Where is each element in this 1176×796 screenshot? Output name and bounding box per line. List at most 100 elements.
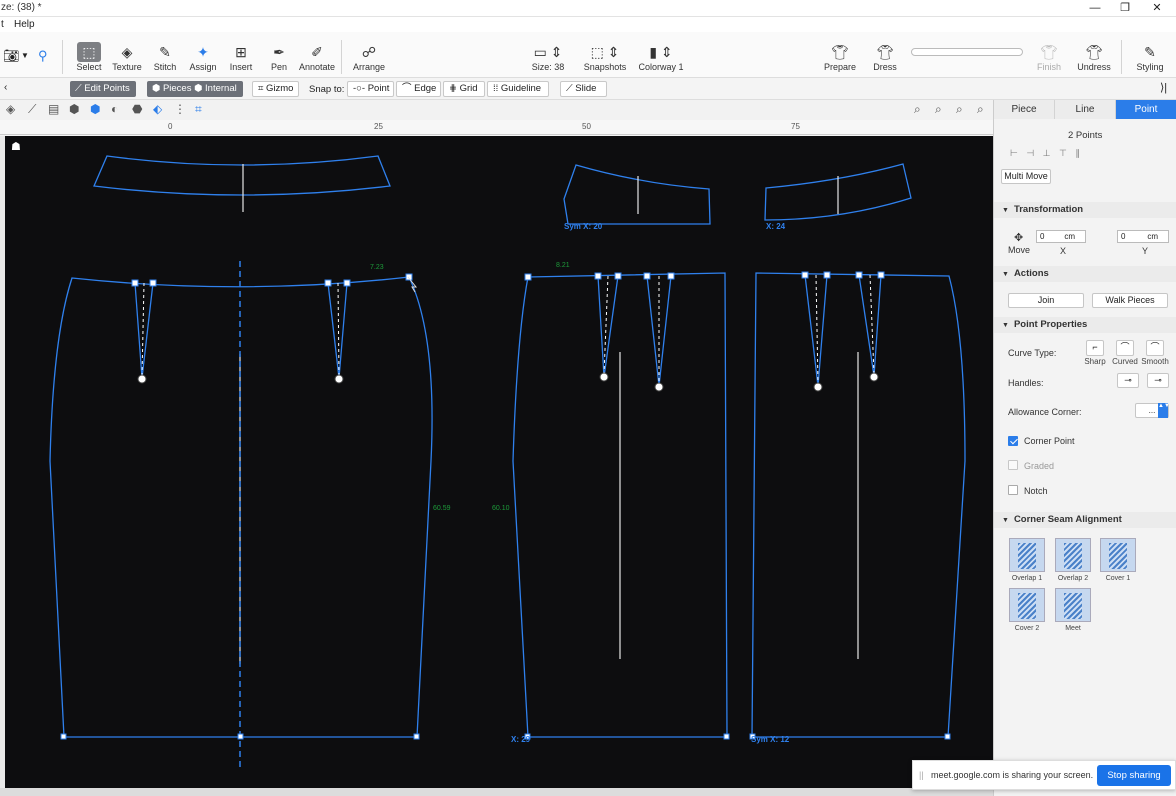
finish-button[interactable]: 👕︎ Finish <box>1029 42 1069 72</box>
pattern-point[interactable] <box>413 733 420 740</box>
chevron-left-icon[interactable]: ‹ <box>4 82 7 93</box>
snap-guideline-toggle[interactable]: ⁞⁞ Guideline <box>487 81 549 97</box>
dart-tip[interactable] <box>334 374 344 384</box>
actions-section-header[interactable]: ▼ Actions <box>994 266 1176 282</box>
pattern-point[interactable] <box>149 279 157 287</box>
overlap-1-option[interactable] <box>1009 538 1045 572</box>
dress-button[interactable]: 👚︎ Dress <box>865 42 905 72</box>
menu-item-truncated[interactable]: t <box>1 19 4 30</box>
minimize-button[interactable]: — <box>1080 0 1110 17</box>
move-x-input[interactable]: 0 cm <box>1036 230 1086 243</box>
snapshots-dropdown[interactable]: ⬚ ⇕ Snapshots <box>580 42 630 72</box>
pattern-point[interactable] <box>343 279 351 287</box>
pattern-point[interactable] <box>324 279 332 287</box>
allowance-corner-select[interactable]: ... ▲▼ <box>1135 403 1170 418</box>
cover-2-option[interactable] <box>1009 588 1045 622</box>
smooth-curve-button[interactable]: ⌒ <box>1146 340 1164 356</box>
colorway-dropdown[interactable]: ▮ ⇕ Colorway 1 <box>636 42 686 72</box>
pattern-drawing[interactable]: ☗ 7.23 8.21 60.59 60.10 Sym X: 20 X: 24 … <box>5 136 993 788</box>
panel-collapse-icon[interactable]: ⟩| <box>1160 81 1167 94</box>
snap-point-toggle[interactable]: -○- Point <box>347 81 394 97</box>
tab-point[interactable]: Point <box>1116 100 1176 119</box>
handles-linked-button[interactable]: ⊸ <box>1117 373 1139 388</box>
wand-icon[interactable]: ⟋ <box>28 102 36 117</box>
prepare-button[interactable]: 👕︎ Prepare <box>820 42 860 72</box>
zoom-fit-icon[interactable]: ⌕ <box>914 102 921 117</box>
pattern-point[interactable] <box>524 273 532 281</box>
curved-curve-button[interactable]: ⌒ <box>1116 340 1134 356</box>
pattern-point[interactable] <box>237 733 244 740</box>
dart-tip[interactable] <box>869 372 879 382</box>
multi-move-button[interactable]: Multi Move <box>1001 169 1051 184</box>
texture-tool-button[interactable]: ◈ Texture <box>107 42 147 72</box>
dart-tip[interactable] <box>813 382 823 392</box>
snap-grid-toggle[interactable]: ⋕ Grid <box>443 81 485 97</box>
pattern-point[interactable] <box>594 272 602 280</box>
pattern-point[interactable] <box>877 271 885 279</box>
pattern-point[interactable] <box>855 271 863 279</box>
zoom-out-icon[interactable]: ⌕ <box>935 102 942 117</box>
ruler-icon[interactable]: ⌗ <box>195 102 202 117</box>
insert-tool-button[interactable]: ⊞ Insert <box>221 42 261 72</box>
align-icons[interactable]: ⊢ ⊣ ⊥ ⊤ ∥ <box>1010 148 1083 159</box>
size-dropdown[interactable]: ▭ ⇕ Size: 38 <box>523 42 573 72</box>
move-y-input[interactable]: 0 cm <box>1117 230 1169 243</box>
overlap-2-option[interactable] <box>1055 538 1091 572</box>
lock-icon[interactable]: ⬣ <box>132 102 142 116</box>
chevron-down-icon[interactable]: ▼ <box>21 51 29 60</box>
meet-option[interactable] <box>1055 588 1091 622</box>
selected-point[interactable] <box>405 273 413 281</box>
pattern-canvas[interactable]: ☗ 7.23 8.21 60.59 60.10 Sym X: 20 X: 24 … <box>5 136 993 788</box>
zoom-reset-icon[interactable]: ⌕ <box>977 102 984 117</box>
select-tool-button[interactable]: ⬚ Select <box>69 42 109 72</box>
restore-button[interactable]: ❐ <box>1110 0 1140 17</box>
stitch-tool-button[interactable]: ✎ Stitch <box>145 42 185 72</box>
horizontal-scrollbar[interactable] <box>0 788 993 796</box>
snap-edge-toggle[interactable]: ⌒ Edge <box>396 81 441 97</box>
shape-icon[interactable]: ⬢ <box>69 102 79 116</box>
transformation-section-header[interactable]: ▼ Transformation <box>994 202 1176 218</box>
handles-free-button[interactable]: ⊸ <box>1147 373 1169 388</box>
join-button[interactable]: Join <box>1008 293 1084 308</box>
slide-toggle[interactable]: ⟋ Slide <box>560 81 607 97</box>
pieces-internal-toggle[interactable]: ⬢ Pieces ⬢ Internal <box>147 81 243 97</box>
cover-1-option[interactable] <box>1100 538 1136 572</box>
dart-back-3[interactable] <box>804 274 828 387</box>
dart-back-1[interactable] <box>597 275 619 378</box>
walk-pieces-button[interactable]: Walk Pieces <box>1092 293 1168 308</box>
pattern-point[interactable] <box>614 272 622 280</box>
pattern-point[interactable] <box>944 733 951 740</box>
pen-tool-button[interactable]: ✒ Pen <box>259 42 299 72</box>
dart-tip[interactable] <box>599 372 609 382</box>
zoom-in-icon[interactable]: ⌕ <box>956 102 963 117</box>
sharp-curve-button[interactable]: ⌐ <box>1086 340 1104 356</box>
drag-handle[interactable]: || <box>919 770 924 780</box>
edit-points-button[interactable]: ⟋ Edit Points <box>70 81 136 97</box>
arrange-tool-button[interactable]: ☍ Arrange <box>349 42 389 72</box>
camera-icon[interactable]: 📷︎ <box>3 48 20 64</box>
annotate-tool-button[interactable]: ✐ Annotate <box>297 42 337 72</box>
pattern-point[interactable] <box>801 271 809 279</box>
piece-icon[interactable]: ⬢ <box>90 102 100 116</box>
close-button[interactable]: ✕ <box>1142 0 1172 17</box>
waistband-piece-2[interactable] <box>563 164 711 225</box>
corner-seam-section-header[interactable]: ▼ Corner Seam Alignment <box>994 512 1176 528</box>
undress-button[interactable]: 👚︎ Undress <box>1074 42 1114 72</box>
pattern-point[interactable] <box>667 272 675 280</box>
half-icon[interactable]: ◐ <box>111 102 118 116</box>
point-properties-section-header[interactable]: ▼ Point Properties <box>994 317 1176 333</box>
gizmo-toggle[interactable]: ⌗ Gizmo <box>252 81 299 97</box>
view-icon[interactable]: ◈ <box>6 102 15 116</box>
tab-piece[interactable]: Piece <box>994 100 1055 119</box>
graded-checkbox[interactable] <box>1008 460 1018 470</box>
pattern-point[interactable] <box>60 733 67 740</box>
pattern-point[interactable] <box>131 279 139 287</box>
front-skirt-piece[interactable] <box>49 276 433 738</box>
pattern-point[interactable] <box>823 271 831 279</box>
layer-icon[interactable]: ▤ <box>48 102 59 116</box>
pin-icon[interactable]: ⚲ <box>38 48 48 64</box>
styling-button[interactable]: ✎ Styling <box>1130 42 1170 72</box>
dart-back-4[interactable] <box>858 274 882 377</box>
waistband-piece-1[interactable] <box>93 155 391 196</box>
tab-line[interactable]: Line <box>1055 100 1116 119</box>
